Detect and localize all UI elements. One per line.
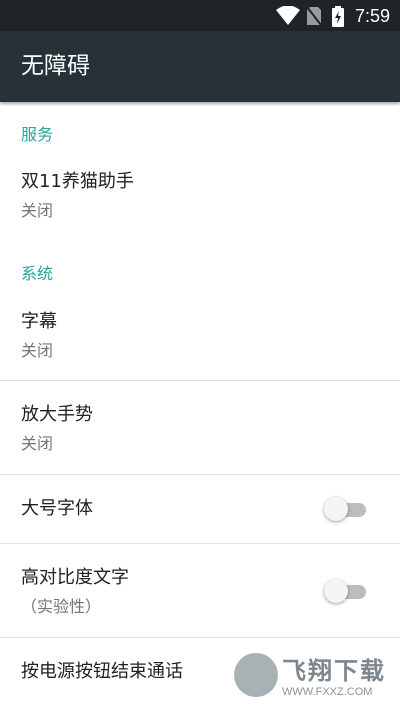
item-summary: 关闭: [21, 434, 54, 453]
watermark-url: WWW.FXXZ.COM: [282, 686, 373, 698]
service-item-cat-helper[interactable]: 双11养猫助手 关闭: [0, 156, 400, 242]
large-text-toggle[interactable]: [324, 496, 370, 522]
item-title: 高对比度文字: [21, 567, 129, 588]
settings-list: 服务 双11养猫助手 关闭 系统 字幕 关闭 放大手势 关闭 大号字体 高对比度…: [0, 102, 400, 711]
status-bar: 7:59: [0, 0, 400, 31]
item-title: 按电源按钮结束通话: [21, 661, 183, 682]
setting-item-large-text[interactable]: 大号字体: [0, 475, 400, 543]
section-header-services: 服务: [21, 125, 54, 144]
no-sim-icon: [306, 6, 322, 30]
item-summary: （实验性）: [21, 597, 102, 616]
item-title: 字幕: [21, 311, 57, 332]
item-summary: 关闭: [21, 201, 54, 220]
setting-item-captions[interactable]: 字幕 关闭: [0, 296, 400, 380]
toggle-thumb: [324, 579, 348, 603]
clock: 7:59: [354, 6, 390, 26]
toggle-thumb: [324, 497, 348, 521]
section-header-system: 系统: [21, 264, 54, 283]
battery-charging-icon: [332, 6, 344, 31]
watermark-logo: 飞翔下载 WWW.FXXZ.COM: [234, 653, 390, 701]
high-contrast-toggle[interactable]: [324, 578, 370, 604]
item-title: 放大手势: [21, 404, 93, 425]
watermark-text: 飞翔下载: [282, 657, 386, 685]
item-title: 双11养猫助手: [21, 171, 134, 192]
setting-item-high-contrast-text[interactable]: 高对比度文字 （实验性）: [0, 544, 400, 637]
wifi-icon: [276, 5, 300, 30]
item-title: 大号字体: [21, 498, 93, 519]
watermark-logo-icon: [234, 653, 278, 697]
app-bar: 无障碍: [0, 31, 400, 102]
item-summary: 关闭: [21, 341, 54, 360]
page-title: 无障碍: [21, 53, 90, 79]
setting-item-magnification-gestures[interactable]: 放大手势 关闭: [0, 381, 400, 474]
